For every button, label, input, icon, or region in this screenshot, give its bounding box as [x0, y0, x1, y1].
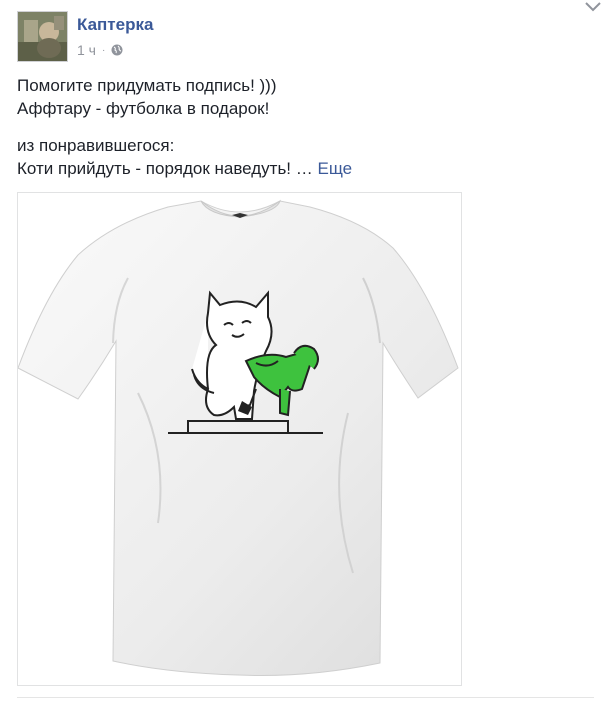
page-avatar[interactable] [17, 11, 68, 62]
post-timestamp[interactable]: 1 ч [77, 42, 96, 58]
chevron-down-icon[interactable] [584, 0, 602, 14]
post-text-line-3: из понравившегося: [17, 136, 175, 155]
page-name-link[interactable]: Каптерка [77, 15, 153, 35]
post-meta: 1 ч · [77, 42, 123, 58]
post-text-line-4: Коти прийдуть - порядок наведуть! … Еще [17, 157, 587, 180]
post-text-line-4-text: Коти прийдуть - порядок наведуть! [17, 159, 292, 178]
post-photo[interactable] [17, 192, 462, 686]
post-divider [17, 697, 594, 698]
globe-icon[interactable] [111, 44, 123, 56]
tshirt-image [18, 199, 459, 676]
see-more-link[interactable]: Еще [318, 159, 353, 178]
meta-separator: · [101, 44, 106, 56]
post-text-line-1: Помогите придумать подпись! ))) [17, 76, 277, 95]
post-text-line-2: Аффтару - футболка в подарок! [17, 99, 270, 118]
text-ellipsis: … [295, 159, 313, 178]
avatar-image [18, 12, 67, 61]
feed-post: Каптерка 1 ч · Помогите придумать подпис… [0, 0, 611, 704]
